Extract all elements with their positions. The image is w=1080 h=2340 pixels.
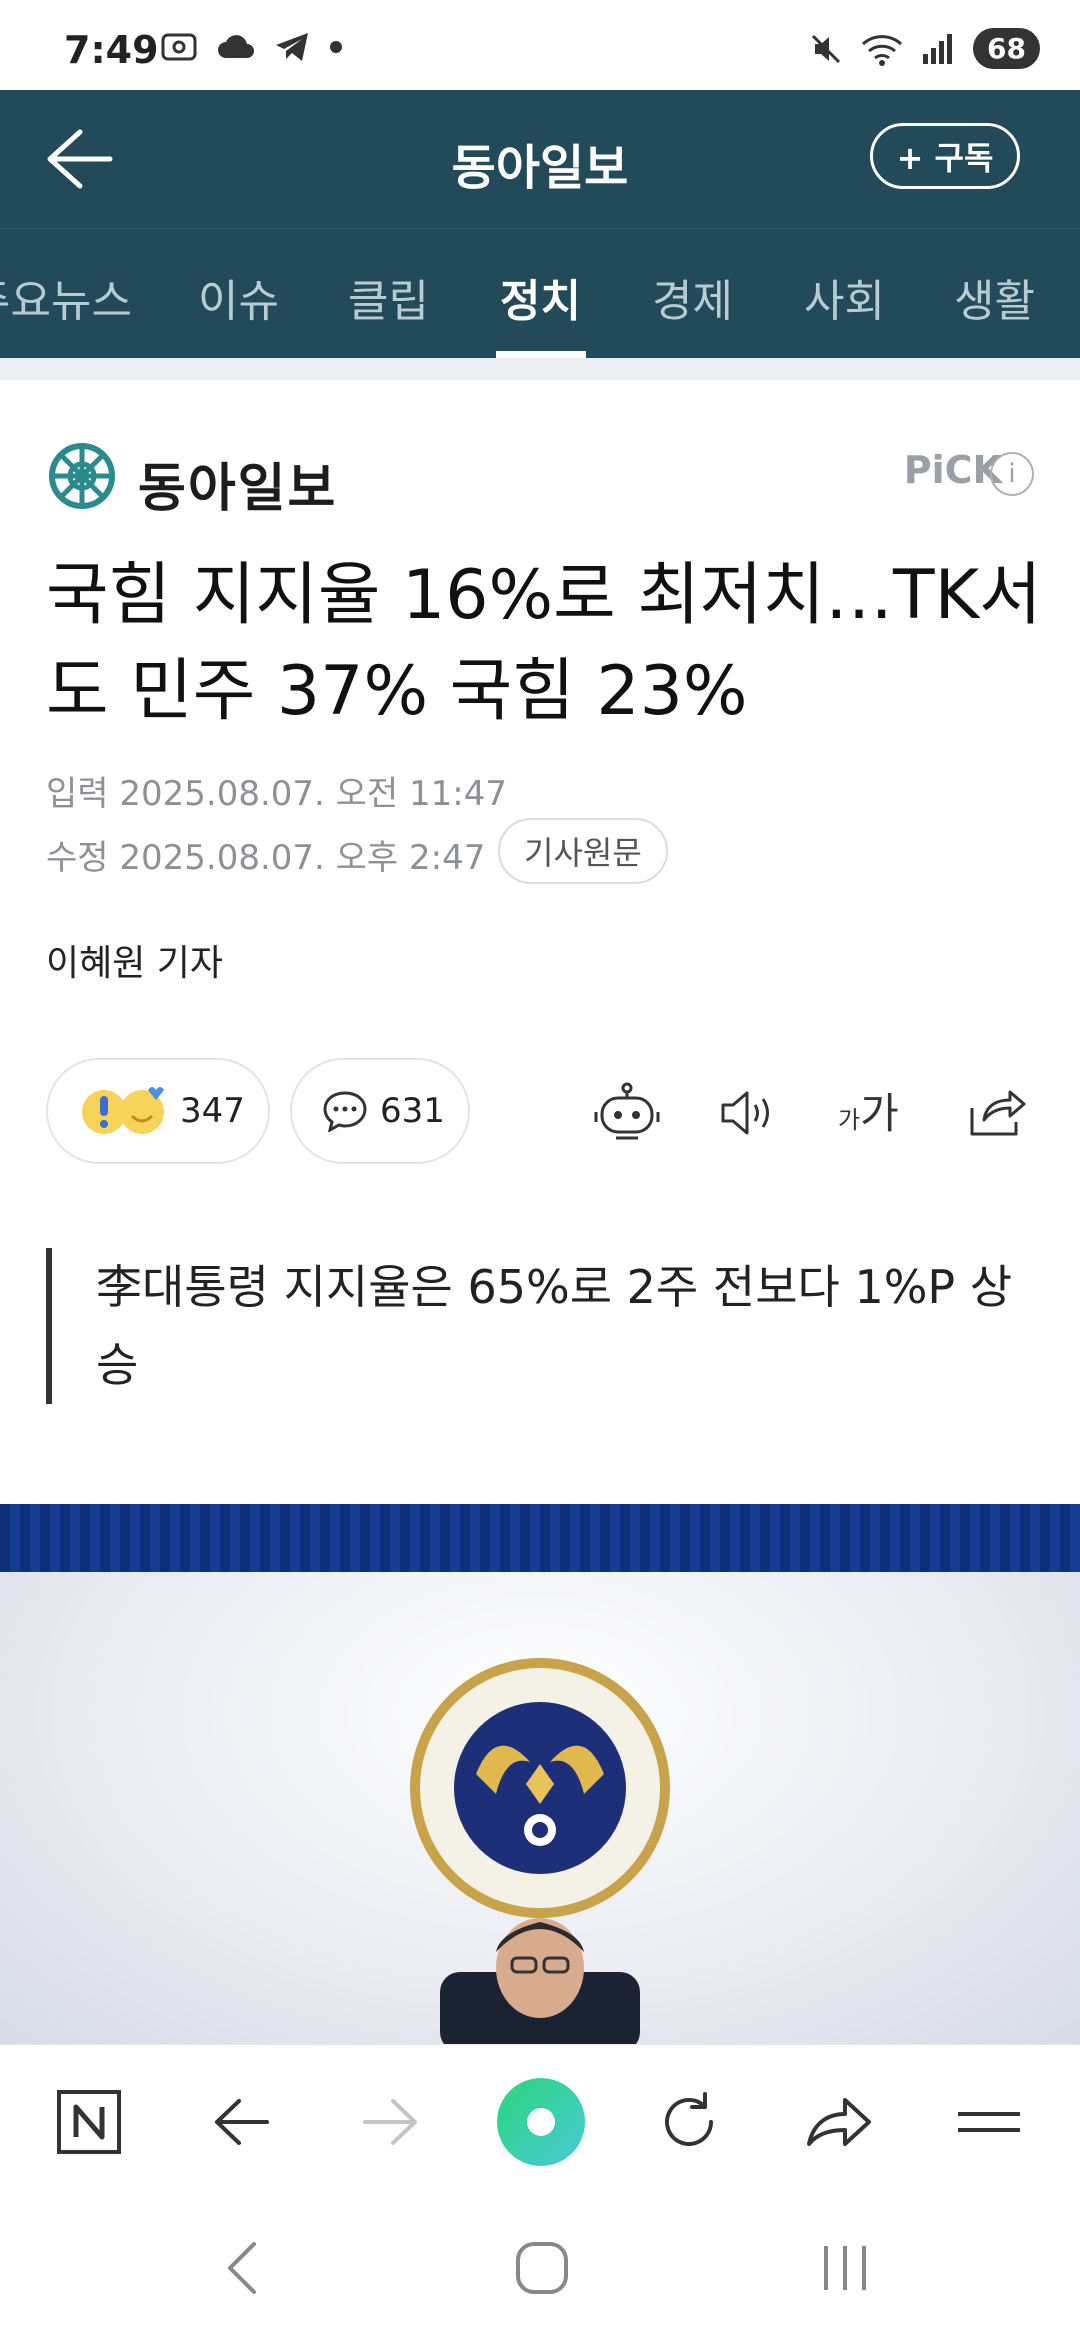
tab-main-news[interactable]: 주요뉴스: [0, 265, 132, 329]
telegram-icon: [276, 33, 308, 61]
category-tabs: 주요뉴스 이슈 클립 정치 경제 사회 생활: [0, 228, 1080, 358]
nav-home-icon[interactable]: [514, 2240, 570, 2296]
tab-society[interactable]: 사회: [804, 265, 885, 329]
nav-recents-icon[interactable]: [820, 2240, 870, 2296]
tab-clip[interactable]: 클립: [348, 265, 429, 329]
refresh-button[interactable]: [654, 2087, 724, 2157]
reaction-button[interactable]: 347: [46, 1058, 270, 1164]
divider: [0, 358, 1080, 380]
menu-button[interactable]: [954, 2087, 1024, 2157]
person-figure: [440, 1918, 640, 2044]
forward-share-button[interactable]: [804, 2087, 874, 2157]
tab-issue[interactable]: 이슈: [198, 265, 279, 329]
publisher-logo-icon[interactable]: [46, 440, 118, 512]
arrow-left-icon: [215, 2099, 269, 2145]
naver-n-icon: [57, 2090, 121, 2154]
reaction-emoji-icon: [82, 1087, 164, 1134]
pick-badge: PiCK: [903, 448, 1002, 492]
dot-icon: [330, 41, 342, 53]
ai-summary-bot-button[interactable]: [592, 1078, 662, 1148]
photo-curtain-band: [0, 1504, 1080, 1572]
forward-share-icon: [807, 2098, 871, 2146]
publisher-name[interactable]: 동아일보: [138, 446, 337, 521]
browser-toolbar: [0, 2044, 1080, 2194]
nav-back-icon[interactable]: [222, 2240, 262, 2296]
browser-back-button[interactable]: [206, 2087, 276, 2157]
status-time: 7:49: [64, 28, 159, 72]
hamburger-icon: [958, 2112, 1020, 2132]
cloud-icon: [218, 35, 254, 58]
arrow-right-icon: [363, 2099, 417, 2145]
active-tab-indicator: [496, 351, 586, 358]
reaction-count: 347: [180, 1091, 245, 1131]
tab-economy[interactable]: 경제: [652, 265, 733, 329]
robot-icon: [594, 1082, 660, 1140]
refresh-icon: [665, 2092, 713, 2146]
comment-button[interactable]: 631: [290, 1058, 470, 1164]
reporter-name[interactable]: 이혜원 기자: [46, 934, 223, 986]
article-summary: 李대통령 지지율은 65%로 2주 전보다 1%P 상승: [46, 1248, 1036, 1404]
tab-life[interactable]: 생활: [954, 265, 1035, 329]
article-photo[interactable]: [0, 1504, 1080, 2044]
article-headline: 국힘 지지율 16%로 최저치…TK서도 민주 37% 국힘 23%: [46, 556, 1042, 731]
modified-date: 수정 2025.08.07. 오후 2:47: [46, 838, 486, 878]
share-icon: [970, 1090, 1026, 1136]
font-size-button[interactable]: 가가: [838, 1080, 899, 1141]
tab-politics[interactable]: 정치: [500, 265, 581, 329]
tts-button[interactable]: [714, 1078, 784, 1148]
status-bar: 7:49 68: [0, 0, 1080, 90]
presidential-seal-icon: [410, 1658, 670, 1918]
speaker-icon: [721, 1091, 769, 1135]
info-icon[interactable]: i: [990, 452, 1034, 496]
green-dot-button[interactable]: [496, 2077, 586, 2167]
screenshot-icon: [161, 33, 197, 61]
wifi-icon: [862, 34, 903, 66]
green-dot-icon: [497, 2078, 585, 2166]
app-header: 동아일보 + 구독: [0, 90, 1080, 228]
comment-count: 631: [380, 1091, 445, 1131]
mute-icon: [811, 34, 841, 63]
naver-home-button[interactable]: [54, 2087, 124, 2157]
share-button[interactable]: [962, 1078, 1032, 1148]
comment-icon: [323, 1091, 367, 1132]
subscribe-button[interactable]: + 구독: [870, 123, 1020, 189]
battery-indicator: 68: [973, 28, 1040, 69]
original-article-button[interactable]: 기사원문: [498, 818, 668, 884]
input-date: 입력 2025.08.07. 오전 11:47: [46, 774, 508, 814]
system-nav-bar: [0, 2194, 1080, 2340]
signal-icon: [923, 33, 953, 64]
browser-forward-button[interactable]: [356, 2087, 426, 2157]
